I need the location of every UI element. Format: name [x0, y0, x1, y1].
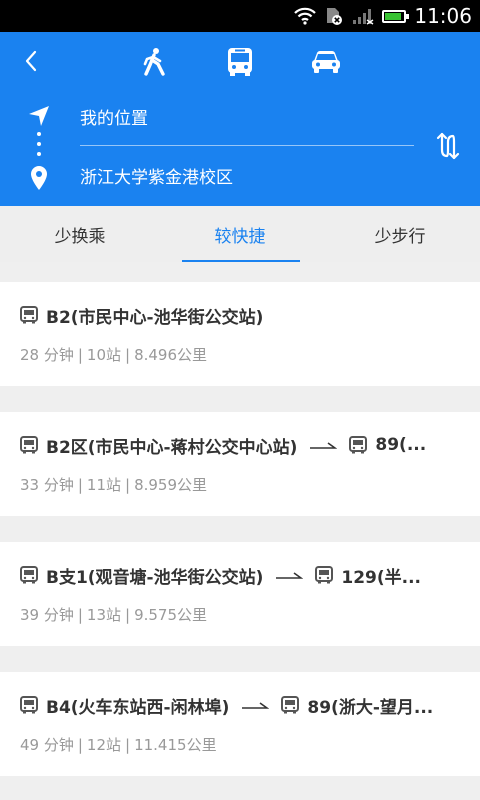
route-card[interactable]: B4(火车东站西-闲林埠) 89(浙大-望月... 49 分钟 | 12站 | 11.4…: [0, 672, 480, 776]
battery-level: [385, 12, 401, 20]
route-summary: 33 分钟 | 11站 | 8.959公里: [20, 476, 208, 494]
bus-line-name: 129(半...: [341, 567, 422, 588]
walk-icon: [143, 48, 165, 76]
swap-icon: [436, 132, 460, 160]
route-duration: 49 分钟: [20, 736, 74, 754]
bus-icon: [228, 48, 252, 76]
my-location-icon: [29, 106, 49, 126]
mode-walk-button[interactable]: [134, 42, 174, 82]
status-bar: 11:06: [0, 0, 480, 32]
route-duration: 28 分钟: [20, 346, 74, 364]
route-duration: 33 分钟: [20, 476, 74, 494]
tab-faster[interactable]: 较快捷: [160, 206, 320, 262]
destination-field[interactable]: 浙江大学紫金港校区: [80, 163, 233, 188]
bus-line-name: 89(...: [375, 435, 427, 455]
route-distance: 8.959公里: [134, 476, 208, 494]
tab-label: 少换乘: [54, 226, 106, 247]
bus-icon: [281, 696, 300, 714]
bus-line-name: B支1(观音塘-池华街公交站): [46, 567, 264, 588]
tab-less-walking[interactable]: 少步行: [320, 206, 480, 262]
bus-line-name: B4(火车东站西-闲林埠): [46, 697, 230, 718]
bus-icon: [315, 566, 334, 584]
car-icon: [312, 51, 340, 73]
transfer-arrow-icon: [275, 570, 304, 580]
origin-destination-divider: [80, 145, 414, 146]
mode-car-button[interactable]: [306, 42, 346, 82]
bus-icon: [349, 436, 368, 454]
route-card[interactable]: B2区(市民中心-蒋村公交中心站) 89(... 33 分钟 | 11站 | 8.959…: [0, 412, 480, 516]
route-stops: 11站: [86, 476, 122, 494]
clock: 11:06: [414, 4, 472, 28]
transfer-arrow-icon: [241, 700, 270, 710]
route-header: 我的位置 浙江大学紫金港校区: [0, 32, 480, 206]
bus-line-name: B2(市民中心-池华街公交站): [46, 307, 264, 328]
bus-icon: [20, 436, 38, 454]
route-summary: 28 分钟 | 10站 | 8.496公里: [20, 346, 208, 364]
route-summary: 39 分钟 | 13站 | 9.575公里: [20, 606, 208, 624]
tab-label: 较快捷: [214, 226, 266, 247]
bus-line-name: 89(浙大-望月...: [307, 697, 434, 718]
route-duration: 39 分钟: [20, 606, 74, 624]
route-stops: 10站: [86, 346, 122, 364]
active-tab-indicator: [182, 260, 300, 262]
origin-field[interactable]: 我的位置: [80, 104, 148, 129]
signal-icon: [353, 9, 374, 25]
back-button[interactable]: [14, 44, 48, 78]
route-distance: 11.415公里: [134, 736, 217, 754]
route-card[interactable]: B支1(观音塘-池华街公交站) 129(半... 39 分钟 | 13站 | 9.575…: [0, 542, 480, 646]
route-stops: 13站: [86, 606, 122, 624]
destination-pin-icon: [31, 166, 47, 190]
tab-fewer-transfers[interactable]: 少换乘: [0, 206, 160, 262]
bus-icon: [20, 696, 38, 714]
route-distance: 8.496公里: [134, 346, 208, 364]
chevron-left-icon: [25, 50, 37, 72]
swap-route-button[interactable]: [432, 130, 464, 162]
mode-bus-button[interactable]: [220, 42, 260, 82]
battery-icon: [382, 9, 410, 23]
route-distance: 9.575公里: [134, 606, 208, 624]
route-connector-dots: [37, 132, 41, 162]
route-preference-tabs: 少换乘 较快捷 少步行: [0, 206, 480, 262]
sim-card-icon: [327, 8, 343, 25]
tab-label: 少步行: [374, 226, 426, 247]
route-card[interactable]: B2(市民中心-池华街公交站) 28 分钟 | 10站 | 8.496公里: [0, 282, 480, 386]
bus-icon: [20, 566, 38, 584]
route-stops: 12站: [86, 736, 122, 754]
bus-icon: [20, 306, 38, 324]
route-summary: 49 分钟 | 12站 | 11.415公里: [20, 736, 217, 754]
bus-line-name: B2区(市民中心-蒋村公交中心站): [46, 437, 298, 458]
wifi-icon: [294, 7, 317, 25]
transfer-arrow-icon: [309, 440, 338, 450]
